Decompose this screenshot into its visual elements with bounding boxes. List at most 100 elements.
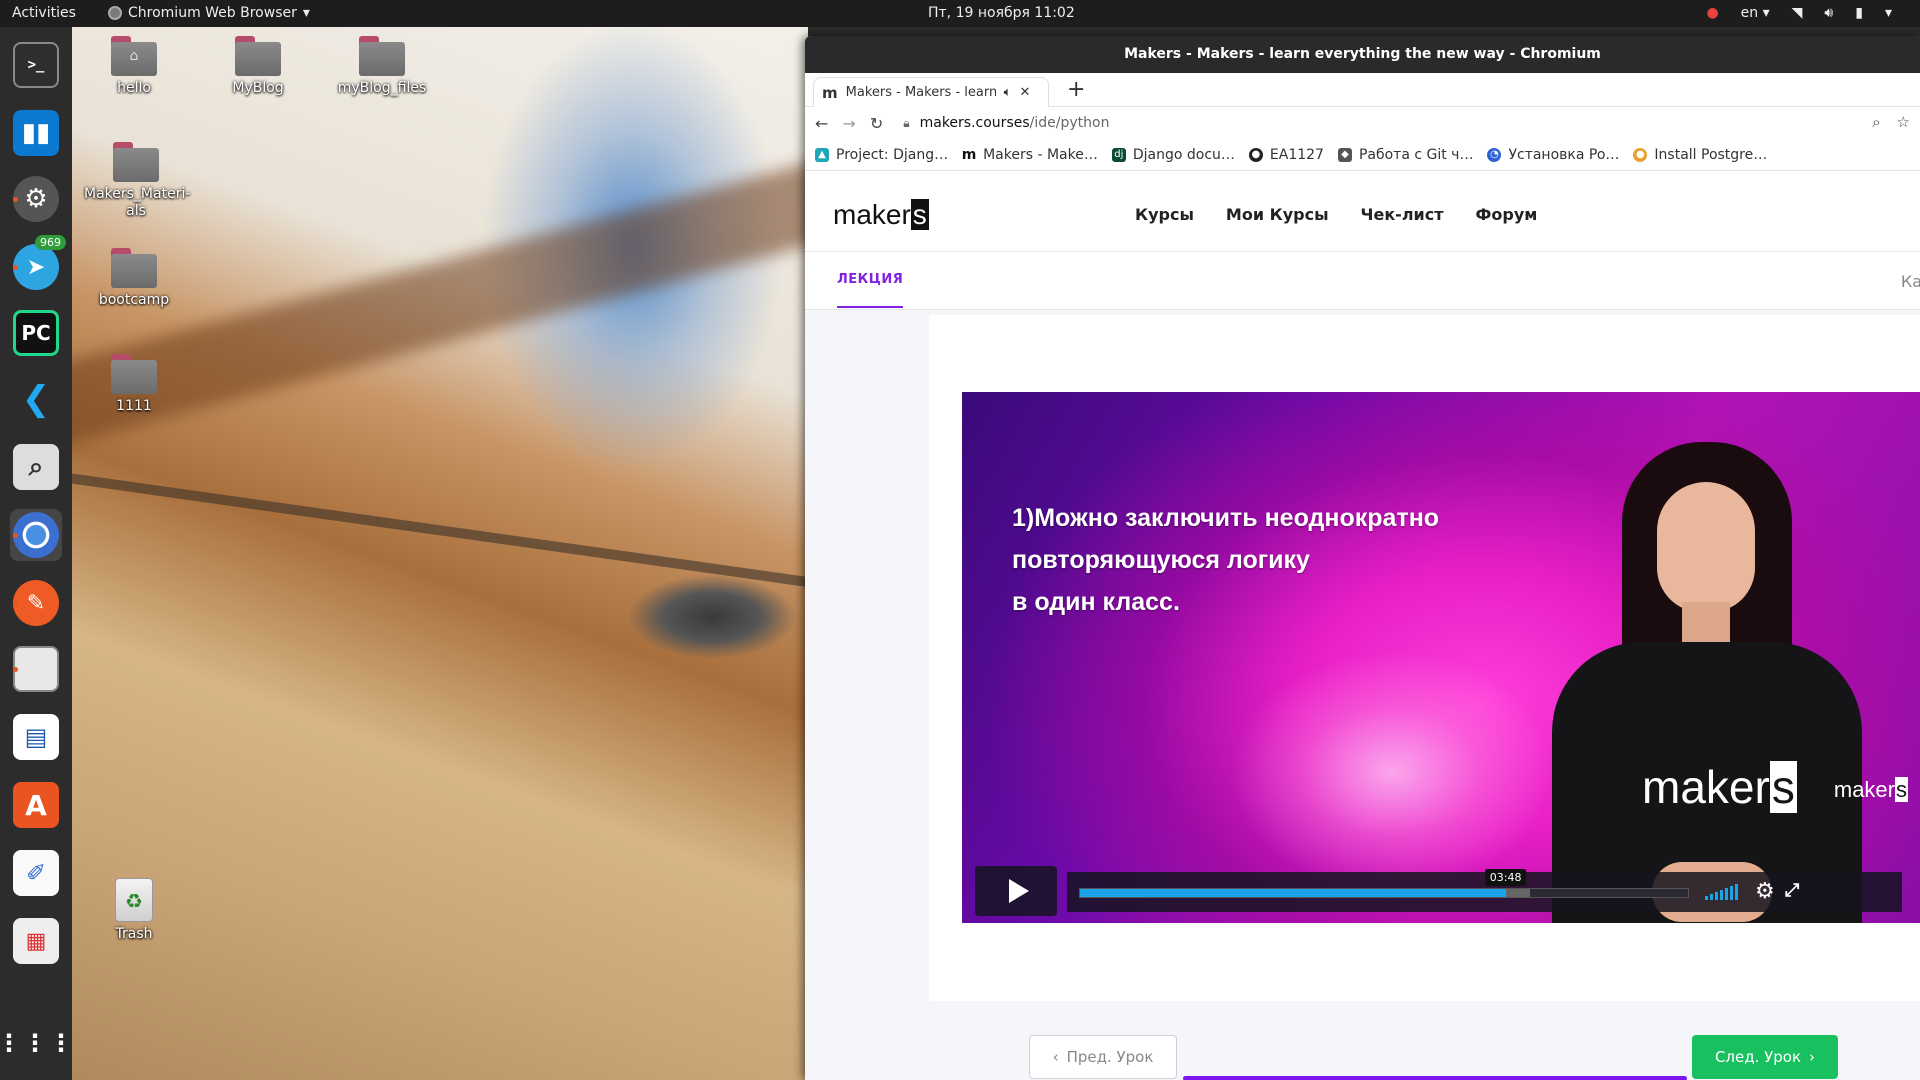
- telegram-icon: ➤: [13, 244, 59, 290]
- dock-telegram[interactable]: ➤ 969: [10, 235, 66, 293]
- shirt-logo: makers: [1642, 760, 1797, 814]
- dock-writer[interactable]: ▤: [10, 711, 62, 763]
- desktop-item-1111[interactable]: 1111: [84, 354, 184, 414]
- clock[interactable]: Пт, 19 ноября 11:02: [928, 5, 1075, 21]
- bookmark-star-icon[interactable]: ☆: [1897, 113, 1910, 131]
- dock-trello[interactable]: ▮▮: [10, 107, 62, 159]
- nav-courses[interactable]: Курсы: [1135, 205, 1194, 224]
- browser-tab[interactable]: m Makers - Makers - learn everything 🔈︎ …: [813, 77, 1049, 107]
- nav-checklist[interactable]: Чек-лист: [1361, 205, 1444, 224]
- back-arrow-icon[interactable]: ←: [815, 114, 828, 133]
- bookmark-item[interactable]: dj Django docu…: [1111, 147, 1235, 163]
- desktop-item-myblog-files[interactable]: myBlog_files: [332, 36, 432, 96]
- bookmark-item[interactable]: ● Install Postgre…: [1633, 147, 1767, 163]
- video-caption-line: в один класс.: [1012, 588, 1180, 616]
- bookmark-label: Makers - Make…: [983, 146, 1098, 163]
- running-indicator: [13, 601, 18, 606]
- dock-terminal[interactable]: >_: [10, 39, 62, 91]
- forward-arrow-icon[interactable]: →: [842, 114, 855, 133]
- close-tab-icon[interactable]: ✕: [1019, 85, 1030, 100]
- wifi-icon[interactable]: ◥: [1792, 5, 1803, 21]
- dock-text-editor[interactable]: ✐: [10, 847, 62, 899]
- tab-strip: m Makers - Makers - learn everything 🔈︎ …: [805, 73, 1920, 107]
- video-watermark: makers: [1834, 777, 1908, 803]
- desktop-item-label: Trash: [115, 926, 153, 942]
- audio-playing-icon[interactable]: 🔈︎: [1004, 85, 1012, 100]
- dock-software[interactable]: A: [10, 779, 62, 831]
- fullscreen-icon[interactable]: ⤢: [1785, 880, 1799, 901]
- bookmark-label: Установка Po…: [1508, 146, 1620, 163]
- dock-postman[interactable]: ✎: [10, 577, 62, 629]
- volume-icon[interactable]: [1705, 884, 1738, 900]
- bookmark-item[interactable]: ● EA1127: [1248, 147, 1324, 163]
- window-title[interactable]: Makers - Makers - learn everything the n…: [805, 36, 1920, 73]
- logo-last-letter: s: [910, 199, 929, 230]
- desktop-item-makers-materials[interactable]: Makers_Materi-als: [84, 142, 190, 220]
- chevron-down-icon[interactable]: ▾: [1885, 5, 1892, 21]
- bookmark-item[interactable]: ▲ Project: Djang…: [815, 147, 948, 163]
- shield-icon: ◆: [1337, 147, 1352, 162]
- volume-icon[interactable]: 🔊︎: [1824, 5, 1833, 21]
- dock-search[interactable]: ⌕: [10, 441, 62, 493]
- dock-vscode[interactable]: ❮: [10, 373, 62, 425]
- shirt-logo-text: maker: [1642, 761, 1770, 813]
- show-applications-button[interactable]: ⋮⋮⋮: [0, 1017, 73, 1069]
- settings-gear-icon[interactable]: ⚙: [1755, 879, 1775, 904]
- bookmark-item[interactable]: m Makers - Make…: [962, 147, 1098, 163]
- dock-files[interactable]: [10, 643, 62, 695]
- video-player[interactable]: 1)Можно заключить неоднократно повторяющ…: [962, 392, 1920, 923]
- bookmark-favicon: ▲: [815, 147, 829, 162]
- tab-lecture[interactable]: ЛЕКЦИЯ: [837, 272, 904, 308]
- folder-icon: [111, 248, 157, 288]
- lesson-tabs: ЛЕКЦИЯ Ка: [805, 252, 1920, 310]
- main-nav: Курсы Мои Курсы Чек-лист Форум: [1135, 205, 1537, 224]
- running-indicator: [13, 265, 18, 270]
- magnifier-icon: ⌕: [13, 444, 59, 490]
- dock-chromium[interactable]: [10, 509, 62, 561]
- lesson-progress-bar: [1183, 1076, 1687, 1080]
- activities-button[interactable]: Activities: [12, 5, 76, 21]
- tab-partial[interactable]: Ка: [1901, 272, 1920, 291]
- battery-icon[interactable]: ▮: [1855, 5, 1863, 21]
- chromium-icon: [108, 6, 122, 20]
- nav-my-courses[interactable]: Мои Курсы: [1226, 205, 1329, 224]
- zoom-icon[interactable]: ⌕: [1872, 113, 1880, 131]
- address-bar[interactable]: 🔒︎ makers.courses/ide/python: [903, 115, 1109, 131]
- url-path: /ide/python: [1029, 115, 1110, 131]
- play-icon: [1009, 879, 1029, 903]
- bookmark-item[interactable]: ◔ Установка Po…: [1487, 147, 1619, 163]
- makers-logo[interactable]: makers: [833, 199, 929, 231]
- next-lesson-button[interactable]: След. Урок ›: [1692, 1035, 1838, 1079]
- seek-bar[interactable]: 03:48: [1079, 869, 1689, 898]
- bookmark-item[interactable]: ◆ Работа с Git ч…: [1337, 146, 1474, 163]
- chevron-down-icon: ▾: [302, 5, 310, 21]
- new-tab-button[interactable]: +: [1067, 77, 1085, 102]
- trello-icon: ▮▮: [13, 110, 59, 156]
- desktop-item-trash[interactable]: ♻ Trash: [84, 878, 184, 942]
- running-indicator: [13, 533, 18, 538]
- software-center-icon: A: [13, 782, 59, 828]
- language-indicator[interactable]: en ▾: [1741, 5, 1770, 21]
- shirt-logo-last: s: [1769, 761, 1797, 813]
- dock-settings[interactable]: ⚙: [10, 173, 62, 225]
- nav-forum[interactable]: Форум: [1476, 205, 1538, 224]
- page-content: makers Курсы Мои Курсы Чек-лист Форум ЛЕ…: [805, 179, 1920, 1080]
- bookmark-favicon: dj: [1111, 147, 1126, 162]
- running-indicator: [13, 667, 18, 672]
- dock-reader[interactable]: ▦: [10, 915, 62, 967]
- system-tray[interactable]: ● en ▾ ◥ 🔊︎ ▮ ▾: [1706, 5, 1892, 21]
- dock-pycharm[interactable]: PC: [10, 307, 62, 359]
- desktop-item-bootcamp[interactable]: bootcamp: [84, 248, 184, 308]
- desktop-item-label: hello: [117, 80, 151, 96]
- desktop-item-hello[interactable]: ⌂ hello: [84, 36, 184, 96]
- reload-icon[interactable]: ↻: [870, 114, 883, 133]
- bookmark-label: Install Postgre…: [1654, 146, 1768, 163]
- play-button[interactable]: [975, 866, 1057, 916]
- prev-lesson-button[interactable]: ‹ Пред. Урок: [1029, 1035, 1177, 1079]
- desktop-item-myblog[interactable]: MyBlog: [208, 36, 308, 96]
- bookmark-favicon: ◔: [1487, 147, 1502, 162]
- github-icon: ●: [1248, 147, 1263, 162]
- bookmark-label: Работа с Git ч…: [1358, 146, 1474, 163]
- app-menu[interactable]: Chromium Web Browser ▾: [108, 5, 310, 21]
- notification-icon[interactable]: ●: [1706, 5, 1718, 21]
